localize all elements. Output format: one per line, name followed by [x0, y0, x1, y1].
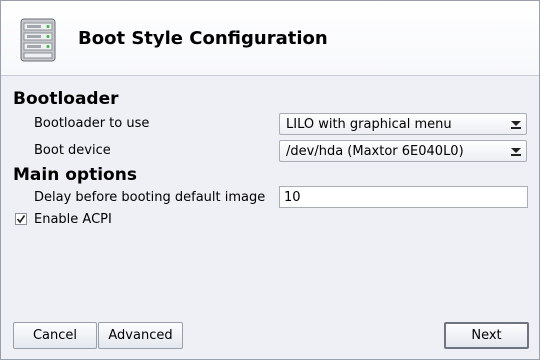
bootloader-select[interactable]: LILO with graphical menu [279, 113, 527, 135]
boot-device-select[interactable]: /dev/hda (Maxtor 6E040L0) [279, 140, 527, 162]
delay-label: Delay before booting default image [34, 190, 266, 205]
dropdown-arrow-icon [511, 148, 521, 156]
bootloader-section-title: Bootloader [13, 89, 119, 109]
enable-acpi-label: Enable ACPI [34, 212, 112, 227]
boot-device-label: Boot device [34, 143, 111, 158]
enable-acpi-checkbox[interactable] [15, 213, 27, 225]
delay-input[interactable]: 10 [279, 186, 528, 208]
boot-device-select-value: /dev/hda (Maxtor 6E040L0) [286, 144, 464, 159]
delay-input-value: 10 [284, 190, 301, 205]
bootloader-label: Bootloader to use [34, 116, 150, 131]
bootloader-select-value: LILO with graphical menu [286, 117, 452, 132]
page-title: Boot Style Configuration [78, 28, 328, 49]
main-options-section-title: Main options [13, 165, 137, 185]
server-icon [20, 18, 56, 62]
cancel-button[interactable]: Cancel [13, 322, 97, 349]
next-button[interactable]: Next [444, 322, 529, 349]
header-banner: Boot Style Configuration [1, 1, 539, 76]
boot-style-window: Boot Style Configuration Bootloader Boot… [0, 0, 540, 360]
checkmark-icon [16, 215, 26, 224]
advanced-button[interactable]: Advanced [98, 322, 183, 349]
dropdown-arrow-icon [511, 121, 521, 129]
